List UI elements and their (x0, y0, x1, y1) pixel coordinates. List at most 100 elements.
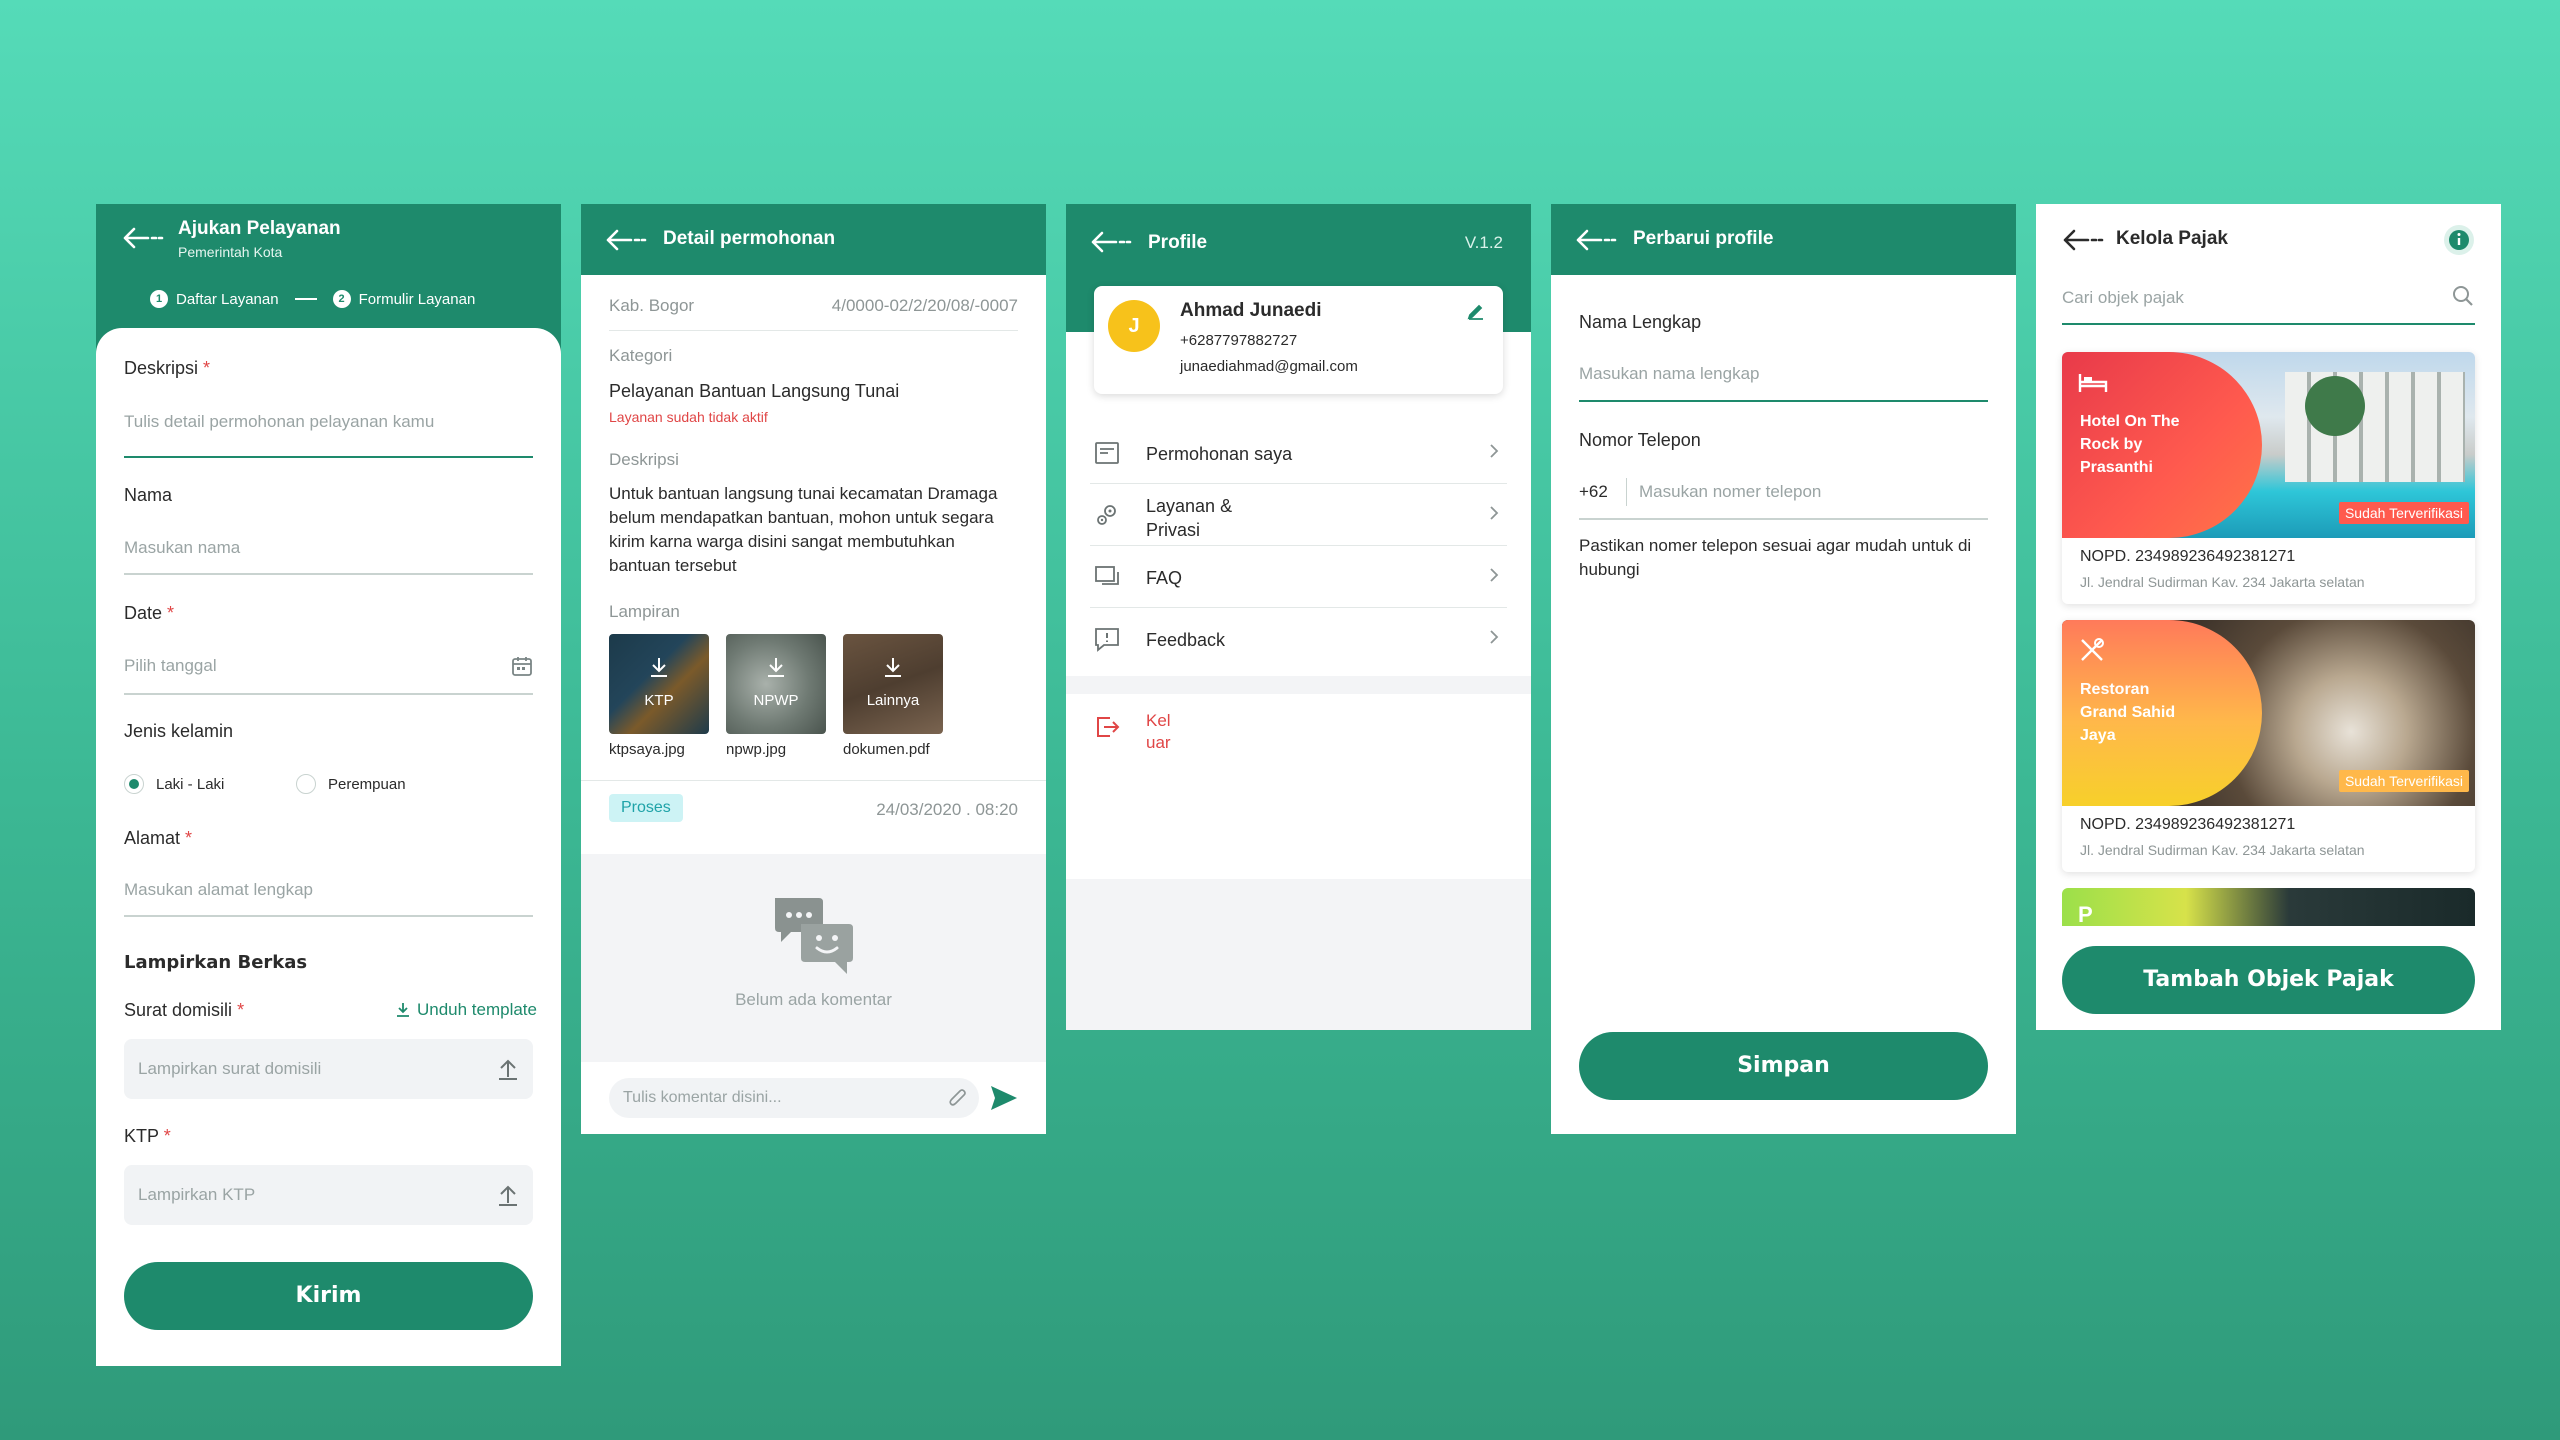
profile-name: Ahmad Junaedi (1180, 300, 1322, 321)
nama-underline (124, 573, 533, 575)
nama-lengkap-label: Nama Lengkap (1579, 312, 1702, 332)
form-panel: Deskripsi * Tulis detail permohonan pela… (96, 328, 561, 1366)
attachment-clip-icon[interactable] (947, 1087, 969, 1109)
surat-upload-placeholder: Lampirkan surat domisili (138, 1059, 322, 1078)
search-underline (2062, 323, 2475, 325)
deskripsi-underline (124, 456, 533, 458)
step-1-label[interactable]: Daftar Layanan (176, 291, 279, 308)
info-icon[interactable] (2443, 224, 2475, 256)
verified-badge: Sudah Terverifikasi (2338, 770, 2469, 792)
fork-knife-icon (2081, 638, 2104, 661)
tax-object-card-partial[interactable]: P (2062, 888, 2475, 926)
tambah-objek-pajak-button[interactable]: Tambah Objek Pajak (2062, 946, 2475, 1014)
download-icon (885, 658, 901, 677)
ktp-upload-placeholder: Lampirkan KTP (138, 1185, 256, 1204)
surat-upload-field[interactable]: Lampirkan surat domisili (124, 1039, 533, 1099)
page-title: Profile (1148, 232, 1208, 253)
location: Kab. Bogor (609, 296, 695, 315)
ktp-upload-field[interactable]: Lampirkan KTP (124, 1165, 533, 1225)
menu-item-faq[interactable]: FAQ (1090, 546, 1507, 608)
gender-label: Jenis kelamin (124, 721, 234, 741)
gears-icon (1097, 505, 1116, 525)
menu-item-feedback[interactable]: Feedback (1090, 608, 1507, 670)
back-arrow-icon[interactable] (1575, 228, 1617, 252)
ktp-label: KTP * (124, 1126, 171, 1146)
kategori-label: Kategori (609, 346, 673, 365)
comment-input[interactable]: Tulis komentar disini... (609, 1078, 979, 1118)
alamat-underline (124, 915, 533, 917)
reference-number: 4/0000-02/2/20/08/-0007 (831, 296, 1018, 315)
deskripsi-input[interactable]: Tulis detail permohonan pelayanan kamu (124, 412, 533, 432)
telepon-input[interactable]: Masukan nomer telepon (1639, 482, 1821, 502)
menu-item-permohonan[interactable]: Permohonan saya (1090, 422, 1507, 484)
divider (581, 780, 1046, 781)
edit-pencil-icon[interactable] (1467, 302, 1485, 320)
calendar-icon[interactable] (511, 655, 533, 677)
kirim-button[interactable]: Kirim (124, 1262, 533, 1330)
attachment-tag: KTP (644, 692, 674, 709)
unduh-template-link[interactable]: Unduh template (395, 1000, 537, 1020)
back-arrow-icon[interactable] (2062, 228, 2104, 252)
back-arrow-icon[interactable] (605, 228, 647, 252)
stepper: 1 Daftar Layanan 2 Formulir Layanan (150, 290, 475, 308)
menu-item-label: Permohonan saya (1146, 444, 1293, 464)
section-title: Lampirkan Berkas (124, 952, 308, 973)
tax-object-card[interactable]: Restoran Grand Sahid Jaya Sudah Terverif… (2062, 620, 2475, 872)
menu-item-layanan-privasi[interactable]: Layanan & Privasi (1090, 484, 1507, 546)
radio-laki-label: Laki - Laki (156, 775, 225, 793)
screen-ajukan-pelayanan: Ajukan Pelayanan Pemerintah Kota 1 Dafta… (96, 204, 561, 1366)
nama-underline (1579, 400, 1988, 402)
tax-object-card[interactable]: Hotel On The Rock by Prasanthi Sudah Ter… (2062, 352, 2475, 604)
section-gap (1066, 676, 1531, 694)
screen-profile: Profile V.1.2 J Ahmad Junaedi +628779788… (1066, 204, 1531, 1030)
screen-perbarui-profile: Perbarui profile Nama Lengkap Masukan na… (1551, 204, 2016, 1134)
upload-icon (499, 1185, 517, 1206)
chevron-right-icon (1490, 506, 1499, 520)
deskripsi-label: Deskripsi * (124, 358, 211, 378)
screen-detail-permohonan: Detail permohonan Kab. Bogor 4/0000-02/2… (581, 204, 1046, 1134)
back-arrow-icon[interactable] (122, 226, 164, 250)
attachment-lainnya[interactable]: Lainnya (843, 634, 943, 734)
nama-lengkap-input[interactable]: Masukan nama lengkap (1579, 364, 1988, 384)
send-icon[interactable] (989, 1084, 1019, 1112)
search-icon[interactable] (2451, 284, 2475, 308)
date-label: Date * (124, 603, 175, 623)
chevron-right-icon (1490, 444, 1499, 458)
step-2-number: 2 (332, 290, 351, 308)
card-nopd: NOPD. 234989236492381271 (2080, 816, 2296, 833)
download-icon (396, 1003, 409, 1017)
download-icon (768, 658, 784, 677)
nama-input[interactable]: Masukan nama (124, 538, 533, 558)
inactive-notice: Layanan sudah tidak aktif (609, 409, 768, 425)
attachment-ktp[interactable]: KTP (609, 634, 709, 734)
page-title: Perbarui profile (1633, 228, 1774, 249)
telepon-underline (1579, 518, 1988, 520)
alamat-label: Alamat * (124, 828, 193, 848)
menu-item-label: Layanan & Privasi (1146, 496, 1233, 540)
alamat-input[interactable]: Masukan alamat lengkap (124, 880, 533, 900)
nama-label: Nama (124, 485, 173, 505)
chevron-right-icon (1490, 568, 1499, 582)
search-input[interactable]: Cari objek pajak (2062, 288, 2184, 308)
radio-laki[interactable]: Laki - Laki (124, 774, 224, 794)
attachment-filename: dokumen.pdf (843, 741, 930, 758)
chat-faq-icon (1095, 566, 1119, 585)
back-arrow-icon[interactable] (1090, 230, 1132, 254)
simpan-button[interactable]: Simpan (1579, 1032, 1988, 1100)
phone-note: Pastikan nomer telepon sesuai agar mudah… (1579, 536, 1972, 579)
header: Detail permohonan (581, 204, 1046, 275)
hotel-bed-icon (2078, 374, 2108, 392)
attachment-npwp[interactable]: NPWP (726, 634, 826, 734)
step-2-label[interactable]: Formulir Layanan (359, 291, 476, 308)
date-input[interactable]: Pilih tanggal (124, 656, 533, 676)
profile-phone: +6287797882727 (1180, 332, 1298, 349)
avatar: J (1108, 300, 1160, 352)
header: Perbarui profile (1551, 204, 2016, 275)
card-name: Hotel On The Rock by Prasanthi (2080, 413, 2180, 476)
step-divider (294, 298, 317, 300)
radio-perempuan[interactable]: Perempuan (296, 774, 406, 794)
attachment-tag: NPWP (753, 692, 799, 709)
deskripsi-value: Untuk bantuan langsung tunai kecamatan D… (609, 484, 998, 575)
card-address: Jl. Jendral Sudirman Kav. 234 Jakarta se… (2080, 574, 2365, 590)
logout-item[interactable]: Kel uar (1090, 704, 1507, 766)
